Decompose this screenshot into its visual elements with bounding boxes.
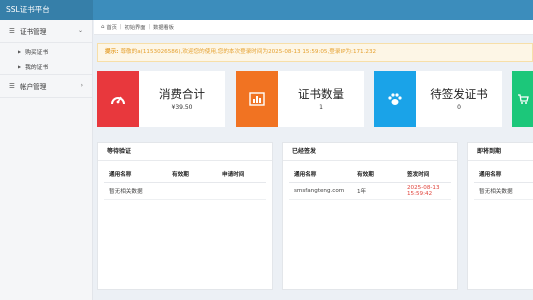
menu-icon: ☰ [9, 27, 15, 35]
column-header: 签发时间 [407, 172, 430, 178]
stat-card-pending-certs: 待签发证书 0 [374, 71, 502, 127]
top-navbar: SSL证书平台 [0, 0, 533, 20]
stat-title: 待签发证书 [430, 87, 488, 101]
column-header: 通用名称 [479, 172, 502, 178]
panel-pending-verification: 等待验证 通用名称 有效期 申请时间 暂无相关数据 [97, 142, 273, 290]
table-row[interactable]: smsfangteng.com 1年 2025-08-13 15:59:42 [289, 183, 451, 200]
triangle-right-icon: ▶ [18, 64, 22, 69]
sidebar: ☰ 证书管理 ⌄ ▶ 购买证书 ▶ 我的证书 ☰ 帐户管理 › [0, 20, 93, 300]
breadcrumb-separator: | [148, 24, 151, 30]
empty-text: 暂无相关数据 [479, 189, 513, 195]
paw-icon [374, 71, 416, 127]
chevron-down-icon: ⌄ [77, 27, 83, 34]
sidebar-item-label: 我的证书 [25, 65, 49, 71]
table-row-empty: 暂无相关数据 [104, 183, 266, 200]
table-row-empty: 暂无相关数据 [474, 183, 533, 200]
stat-value: ¥39.50 [171, 104, 193, 111]
breadcrumb-separator: | [119, 24, 122, 30]
stat-card-partial [512, 71, 533, 127]
cert-validity: 1年 [357, 189, 367, 195]
sidebar-item-my-certs[interactable]: ▶ 我的证书 [0, 59, 92, 75]
home-icon: ⌂ [101, 24, 105, 30]
stat-title: 证书数量 [298, 87, 344, 101]
menu-icon: ☰ [9, 82, 15, 90]
notice-banner: 提示: 尊敬的a(1153026586),欢迎您的使用,您的本次登录时间为2025… [97, 43, 533, 62]
sidebar-group-cert-management[interactable]: ☰ 证书管理 ⌄ [0, 20, 92, 43]
column-header: 有效期 [172, 172, 189, 178]
table-header: 通用名称 [474, 166, 533, 183]
sidebar-item-label: 购买证书 [25, 49, 49, 56]
panel-expiring-soon: 即将到期 通用名称 暂无相关数据 [467, 142, 533, 290]
cert-common-name: smsfangteng.com [294, 188, 345, 194]
breadcrumb-item-home[interactable]: 首页 [107, 24, 117, 31]
app-logo-title[interactable]: SSL证书平台 [0, 0, 93, 20]
panel-title: 即将到期 [468, 143, 533, 161]
sidebar-group-label: 证书管理 [20, 28, 47, 36]
panel-title: 等待验证 [98, 143, 272, 161]
table-header: 通用名称 有效期 申请时间 [104, 166, 266, 183]
stat-value: 0 [457, 104, 461, 111]
breadcrumb-item-dashboard[interactable]: 数据看板 [153, 24, 174, 31]
breadcrumb-item-initial[interactable]: 初始界面 [125, 24, 146, 31]
chevron-right-icon: › [80, 82, 83, 89]
column-header: 通用名称 [294, 172, 317, 178]
sidebar-group-account-management[interactable]: ☰ 帐户管理 › [0, 75, 92, 98]
empty-text: 暂无相关数据 [109, 189, 143, 195]
notice-label: 提示: [105, 49, 119, 55]
column-header: 有效期 [357, 172, 374, 178]
notice-text: 尊敬的a(1153026586),欢迎您的使用,您的本次登录时间为2025-08… [120, 49, 377, 55]
stat-card-spending: 消费合计 ¥39.50 [97, 71, 225, 127]
breadcrumb: ⌂ 首页 | 初始界面 | 数据看板 [94, 20, 533, 35]
stat-card-cert-count: 证书数量 1 [236, 71, 364, 127]
gauge-icon [97, 71, 139, 127]
cart-icon [512, 71, 533, 127]
column-header: 申请时间 [222, 172, 245, 178]
stat-title: 消费合计 [159, 87, 205, 101]
stat-value: 1 [319, 104, 323, 111]
triangle-right-icon: ▶ [18, 48, 22, 54]
panel-title: 已经签发 [283, 143, 457, 161]
sidebar-item-buy-cert[interactable]: ▶ 购买证书 [0, 43, 92, 59]
panel-issued: 已经签发 通用名称 有效期 签发时间 smsfangteng.com 1年 20… [282, 142, 458, 290]
sidebar-group-label: 帐户管理 [20, 83, 47, 91]
main-content: ⌂ 首页 | 初始界面 | 数据看板 提示: 尊敬的a(1153026586),欢… [94, 20, 533, 300]
cert-issue-time: 2025-08-13 15:59:42 [407, 185, 440, 197]
table-header: 通用名称 有效期 签发时间 [289, 166, 451, 183]
column-header: 通用名称 [109, 172, 132, 178]
bar-chart-icon [236, 71, 278, 127]
